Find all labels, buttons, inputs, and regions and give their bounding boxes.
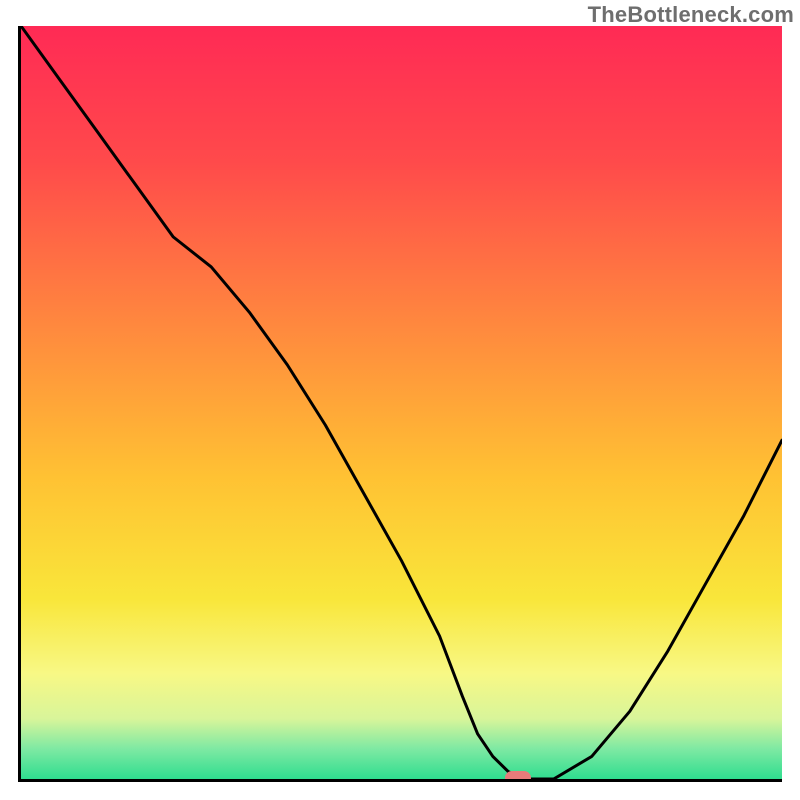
optimal-marker <box>505 771 531 782</box>
bottleneck-curve <box>21 26 782 779</box>
chart-frame: TheBottleneck.com <box>0 0 800 800</box>
plot-area <box>18 26 782 782</box>
watermark-text: TheBottleneck.com <box>588 2 794 28</box>
